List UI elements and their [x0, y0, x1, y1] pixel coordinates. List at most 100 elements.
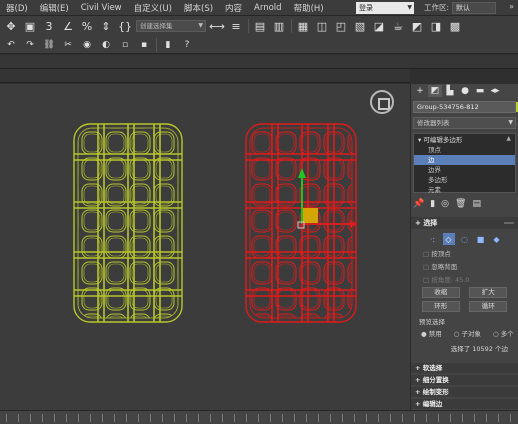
render-iterative-icon[interactable]: ◨ [428, 18, 444, 34]
perspective-viewport[interactable] [0, 84, 410, 410]
preview-selection-label: 预览选择 [419, 318, 445, 326]
timeline-ticks [6, 414, 512, 422]
selection-rollout-header[interactable]: + 选择 [411, 217, 518, 229]
align-icon[interactable]: ≡ [228, 18, 244, 34]
time-slider[interactable] [0, 410, 518, 424]
render-teapot-icon[interactable]: ☕ [390, 18, 406, 34]
sign-in-label: 登录 [359, 4, 373, 12]
select-region-icon[interactable]: ▣ [22, 18, 38, 34]
menu-item-edit[interactable]: 编辑(E) [34, 2, 75, 14]
menu-item-group[interactable]: 器(D) [0, 2, 34, 14]
schematic-view-icon[interactable]: ◫ [314, 18, 330, 34]
preview-subobject-radio[interactable]: ○ 子对象 [454, 328, 487, 338]
vertex-level-icon[interactable]: ·: [427, 233, 439, 245]
preview-multi-radio[interactable]: ○ 多个 [493, 328, 518, 338]
pin-stack-icon[interactable]: 📌 [413, 199, 424, 209]
viewport-layout-icon[interactable]: ▮ [160, 37, 176, 53]
by-vertex-checkbox[interactable]: 按顶点 [411, 248, 518, 258]
material-editor-icon[interactable]: ◰ [333, 18, 349, 34]
stack-item-edge[interactable]: 边 [414, 155, 515, 165]
display-tab-icon[interactable]: ▬ [473, 85, 487, 97]
loop-button[interactable]: 循环 [469, 301, 508, 312]
modifier-list-dropdown[interactable]: 修改器列表 ▼ [413, 117, 516, 129]
element-level-icon[interactable]: ◆ [491, 233, 503, 245]
layer-explorer-icon[interactable]: ▥ [271, 18, 287, 34]
menu-item-script[interactable]: 脚本(S) [178, 2, 219, 14]
border-level-icon[interactable]: ◌ [459, 233, 471, 245]
stack-scroll-up-icon[interactable]: ▲ [506, 135, 511, 142]
mirror-icon[interactable]: ⟷ [209, 18, 225, 34]
toolbar-divider [248, 19, 249, 33]
stack-item-border[interactable]: 边界 [414, 165, 515, 175]
make-unique-icon[interactable]: ◎ [441, 199, 449, 209]
rollout-bar [504, 222, 514, 224]
remove-modifier-icon[interactable]: 🗑 [455, 199, 466, 209]
motion-tab-icon[interactable]: ● [458, 85, 472, 97]
object-name-field[interactable]: Group-534756-812 [413, 101, 518, 113]
menu-item-customize[interactable]: 自定义(U) [128, 2, 178, 14]
soft-selection-rollout[interactable]: + 软选择 [411, 363, 518, 373]
ignore-backfacing-checkbox[interactable]: 忽略背面 [411, 261, 518, 271]
secondary-toolbar: ↶ ↷ ⛓ ✂ ◉ ◐ ▫ ▪ ▮ ? [0, 36, 518, 54]
modify-tab-icon[interactable]: ◩ [428, 85, 442, 97]
by-angle-checkbox[interactable]: 按角度: 45.0 [411, 274, 518, 284]
stack-item-element[interactable]: 元素 [414, 185, 515, 195]
undo-icon[interactable]: ↶ [3, 37, 19, 53]
edit-named-selection-icon[interactable]: {} [117, 18, 133, 34]
shrink-button[interactable]: 收缩 [421, 287, 460, 298]
edit-edges-rollout[interactable]: + 编辑边 [411, 399, 518, 409]
link-icon[interactable]: ⛓ [41, 37, 57, 53]
stack-item-polygon[interactable]: 多边形 [414, 175, 515, 185]
select-filter-icon[interactable]: ◐ [98, 37, 114, 53]
viewcube-icon[interactable] [370, 90, 394, 114]
stack-item-vertex[interactable]: 顶点 [414, 145, 515, 155]
grow-button[interactable]: 扩大 [469, 287, 508, 298]
snap-3d-icon[interactable]: 3 [41, 18, 57, 34]
viewport-label-bar [0, 69, 410, 83]
menu-item-content[interactable]: 内容 [219, 2, 248, 14]
named-selection-placeholder: 创建选择集 [140, 22, 173, 30]
command-panel-tabs: + ◩ ▙ ● ▬ ◂▸ [411, 84, 518, 98]
unlink-icon[interactable]: ✂ [60, 37, 76, 53]
stack-root-label: 可编辑多边形 [423, 136, 463, 144]
utilities-tab-icon[interactable]: ◂▸ [488, 85, 502, 97]
render-production-icon[interactable]: ◩ [409, 18, 425, 34]
select-by-name-icon[interactable]: ▪ [136, 37, 152, 53]
polygon-level-icon[interactable]: ■ [475, 233, 487, 245]
redo-icon[interactable]: ↷ [22, 37, 38, 53]
stack-item-editable-poly[interactable]: ▾ 可编辑多边形 [414, 135, 515, 145]
menu-overflow-icon[interactable]: » [509, 2, 514, 11]
render-setup-icon[interactable]: ▧ [352, 18, 368, 34]
bind-space-warp-icon[interactable]: ◉ [79, 37, 95, 53]
menu-item-arnold[interactable]: Arnold [248, 3, 288, 13]
menu-item-help[interactable]: 帮助(H) [288, 2, 330, 14]
curve-editor-icon[interactable]: ▦ [295, 18, 311, 34]
menu-item-civil-view[interactable]: Civil View [75, 3, 128, 13]
unselected-mesh-object[interactable] [73, 123, 183, 323]
sign-in-dropdown[interactable]: 登录 ▼ [356, 2, 414, 14]
move-icon[interactable]: ✥ [3, 18, 19, 34]
hierarchy-tab-icon[interactable]: ▙ [443, 85, 457, 97]
configure-sets-icon[interactable]: ▤ [472, 199, 481, 209]
percent-snap-icon[interactable]: % [79, 18, 95, 34]
create-tab-icon[interactable]: + [413, 85, 427, 97]
spinner-snap-icon[interactable]: ⇕ [98, 18, 114, 34]
paint-deformation-rollout[interactable]: + 绘制变形 [411, 387, 518, 397]
select-object-icon[interactable]: ▫ [117, 37, 133, 53]
help-icon[interactable]: ? [179, 37, 195, 53]
show-end-result-icon[interactable]: ▮ [430, 199, 435, 209]
soft-selection-title: 软选择 [422, 364, 443, 372]
scene-explorer-icon[interactable]: ▤ [252, 18, 268, 34]
modifier-list-label: 修改器列表 [417, 119, 450, 127]
angle-snap-icon[interactable]: ∠ [60, 18, 76, 34]
menu-bar: 器(D) 编辑(E) Civil View 自定义(U) 脚本(S) 内容 Ar… [0, 0, 518, 16]
render-frame-icon[interactable]: ◪ [371, 18, 387, 34]
render-cloud-icon[interactable]: ▩ [447, 18, 463, 34]
preview-disabled-radio[interactable]: ● 禁用 [421, 328, 448, 338]
object-name-value: Group-534756-812 [417, 103, 479, 111]
subdivision-displacement-rollout[interactable]: + 细分置换 [411, 375, 518, 385]
named-selection-set-dropdown[interactable]: 创建选择集 ▼ [136, 20, 206, 32]
edge-level-icon[interactable]: ◇ [442, 233, 455, 245]
ring-button[interactable]: 环形 [421, 301, 460, 312]
workspace-dropdown[interactable]: 默认 [452, 2, 496, 14]
